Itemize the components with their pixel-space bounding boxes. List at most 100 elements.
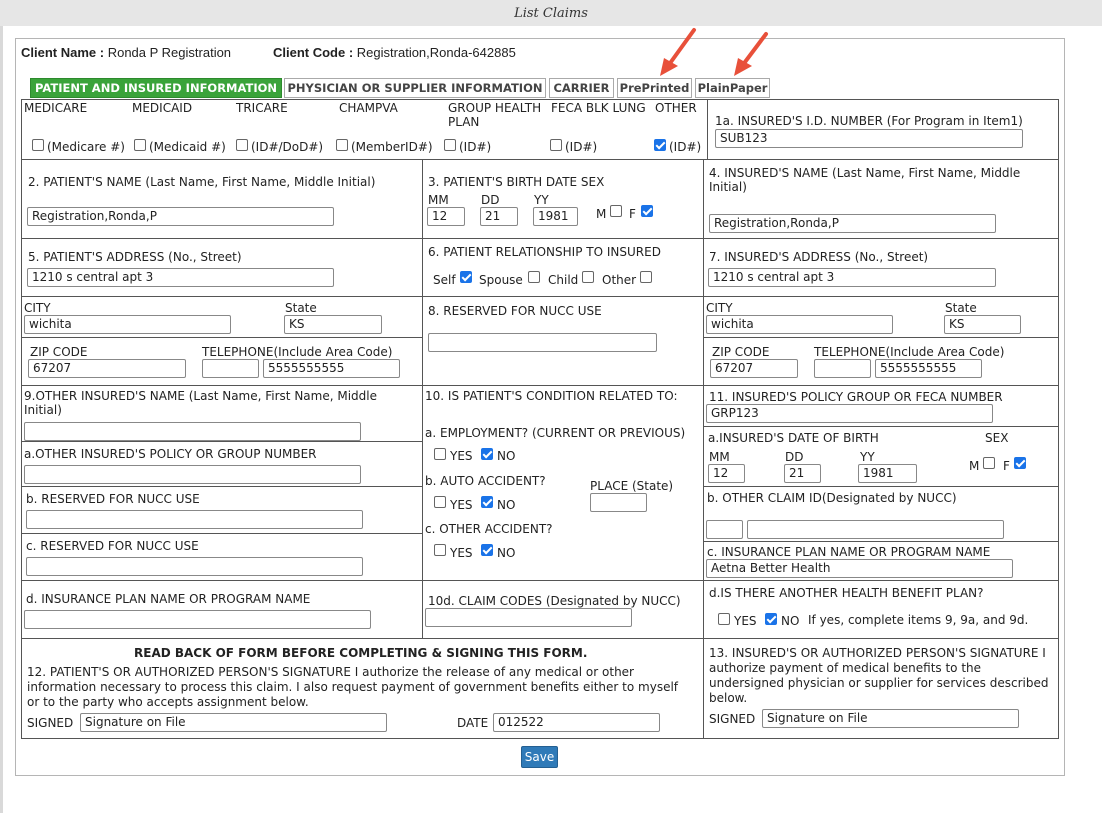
item3-yy-label: YY (534, 193, 549, 207)
patient-state-label: State (285, 301, 317, 315)
other-plan-yes-label: YES (734, 614, 757, 628)
relationship-other-checkbox[interactable] (640, 271, 652, 283)
item2-label: 2. PATIENT'S NAME (Last Name, First Name… (28, 175, 376, 189)
signature-date-input[interactable]: 012522 (493, 713, 660, 732)
insured-policy-group-input[interactable]: GRP123 (706, 404, 993, 423)
other-insured-name-input[interactable] (24, 422, 361, 441)
item9d-label: d. INSURANCE PLAN NAME OR PROGRAM NAME (26, 592, 311, 606)
relationship-self-checkbox[interactable] (460, 271, 472, 283)
col-divider (422, 159, 423, 638)
relationship-other-label: Other (602, 273, 637, 287)
insured-sex-f-checkbox[interactable] (1014, 457, 1026, 469)
other-claim-id-input[interactable] (747, 520, 1004, 539)
auto-accident-yes-checkbox[interactable] (434, 496, 446, 508)
annotation-arrow-icon (734, 32, 768, 76)
col-divider (703, 159, 704, 638)
insured-sex-m-checkbox[interactable] (983, 457, 995, 469)
item6-label: 6. PATIENT RELATIONSHIP TO INSURED (428, 245, 661, 259)
patient-signature-input[interactable]: Signature on File (80, 713, 387, 732)
other-accident-yes-label: YES (450, 546, 473, 560)
auto-accident-no-checkbox[interactable] (481, 496, 493, 508)
insured-city-label: CITY (706, 301, 733, 315)
patient-address-input[interactable]: 1210 s central apt 3 (27, 268, 334, 287)
patient-dob-year-input[interactable]: 1981 (533, 207, 578, 226)
tab-physician-supplier[interactable]: PHYSICIAN OR SUPPLIER INFORMATION (284, 78, 546, 98)
patient-zip-label: ZIP CODE (30, 345, 88, 359)
insured-zip-label: ZIP CODE (712, 345, 770, 359)
row-divider (21, 441, 423, 442)
claim-codes-input[interactable] (425, 608, 632, 627)
row-divider (21, 486, 423, 487)
patient-zip-input[interactable]: 67207 (28, 359, 186, 378)
other-plan-no-checkbox[interactable] (765, 613, 777, 625)
item11a-label: a.INSURED'S DATE OF BIRTH (708, 431, 879, 445)
employment-no-checkbox[interactable] (481, 448, 493, 460)
patient-name-input[interactable]: Registration,Ronda,P (27, 207, 334, 226)
item11-dd-label: DD (785, 450, 804, 464)
auto-accident-yes-label: YES (450, 498, 473, 512)
insured-state-input[interactable]: KS (944, 315, 1021, 334)
item1-feca-checkbox[interactable] (550, 139, 562, 151)
patient-dob-day-input[interactable]: 21 (480, 207, 518, 226)
patient-city-label: CITY (24, 301, 51, 315)
other-insured-policy-input[interactable] (24, 465, 361, 484)
item9c-input[interactable] (26, 557, 363, 576)
insured-signature-input[interactable]: Signature on File (762, 709, 1019, 728)
relationship-spouse-checkbox[interactable] (528, 271, 540, 283)
patient-dob-month-input[interactable]: 12 (427, 207, 465, 226)
item1-other-checkbox[interactable] (654, 139, 666, 151)
patient-phone-input[interactable]: 5555555555 (263, 359, 400, 378)
item3-dd-label: DD (481, 193, 500, 207)
item3-mm-label: MM (428, 193, 449, 207)
item10-label: 10. IS PATIENT'S CONDITION RELATED TO: (425, 389, 678, 403)
insured-id-input[interactable]: SUB123 (715, 129, 1023, 148)
tab-carrier[interactable]: CARRIER (549, 78, 614, 98)
patient-city-input[interactable]: wichita (24, 315, 231, 334)
insured-dob-month-input[interactable]: 12 (708, 464, 745, 483)
item1-group-health-checkbox[interactable] (444, 139, 456, 151)
item1-type-group-health: GROUP HEALTH PLAN (448, 101, 542, 129)
tab-preprinted[interactable]: PrePrinted (617, 78, 692, 98)
relationship-child-checkbox[interactable] (582, 271, 594, 283)
patient-sex-f-checkbox[interactable] (641, 205, 653, 217)
item11c-label: c. INSURANCE PLAN NAME OR PROGRAM NAME (707, 545, 991, 559)
item9b-input[interactable] (26, 510, 363, 529)
insured-state-label: State (945, 301, 977, 315)
place-state-input[interactable] (590, 493, 647, 512)
reserved-nucc-input[interactable] (428, 333, 657, 352)
insured-phone-input[interactable]: 5555555555 (875, 359, 982, 378)
insured-zip-input[interactable]: 67207 (710, 359, 798, 378)
insured-city-input[interactable]: wichita (706, 315, 893, 334)
patient-area-code-input[interactable] (202, 359, 259, 378)
tab-patient-insured[interactable]: PATIENT AND INSURED INFORMATION (30, 78, 282, 98)
row-divider (21, 296, 1059, 297)
save-button[interactable]: Save (521, 746, 558, 768)
tab-plainpaper[interactable]: PlainPaper (695, 78, 770, 98)
insurance-plan-name-input[interactable]: Aetna Better Health (706, 559, 1013, 578)
patient-state-input[interactable]: KS (284, 315, 382, 334)
item13-text: 13. INSURED'S OR AUTHORIZED PERSON'S SIG… (709, 646, 1049, 705)
item13-signed-label: SIGNED (709, 712, 756, 726)
insured-address-input[interactable]: 1210 s central apt 3 (708, 268, 996, 287)
item12-signed-label: SIGNED (27, 716, 74, 730)
employment-yes-checkbox[interactable] (434, 448, 446, 460)
insured-name-input[interactable]: Registration,Ronda,P (709, 214, 996, 233)
employment-no-label: NO (497, 449, 516, 463)
item5-label: 5. PATIENT'S ADDRESS (No., Street) (28, 250, 242, 264)
item1-tricare-checkbox[interactable] (236, 139, 248, 151)
item1-type-other: OTHER (655, 101, 697, 115)
insured-area-code-input[interactable] (814, 359, 871, 378)
other-accident-yes-checkbox[interactable] (434, 544, 446, 556)
item1-id-tricare: (ID#/DoD#) (251, 140, 324, 154)
insured-dob-year-input[interactable]: 1981 (858, 464, 917, 483)
other-accident-no-checkbox[interactable] (481, 544, 493, 556)
other-claim-qualifier-input[interactable] (706, 520, 743, 539)
item9d-input[interactable] (24, 610, 371, 629)
patient-sex-m-checkbox[interactable] (610, 205, 622, 217)
item1-medicare-checkbox[interactable] (32, 139, 44, 151)
row-divider (21, 238, 1059, 239)
insured-dob-day-input[interactable]: 21 (784, 464, 821, 483)
item1-champva-checkbox[interactable] (336, 139, 348, 151)
item1-medicaid-checkbox[interactable] (134, 139, 146, 151)
other-plan-yes-checkbox[interactable] (718, 613, 730, 625)
